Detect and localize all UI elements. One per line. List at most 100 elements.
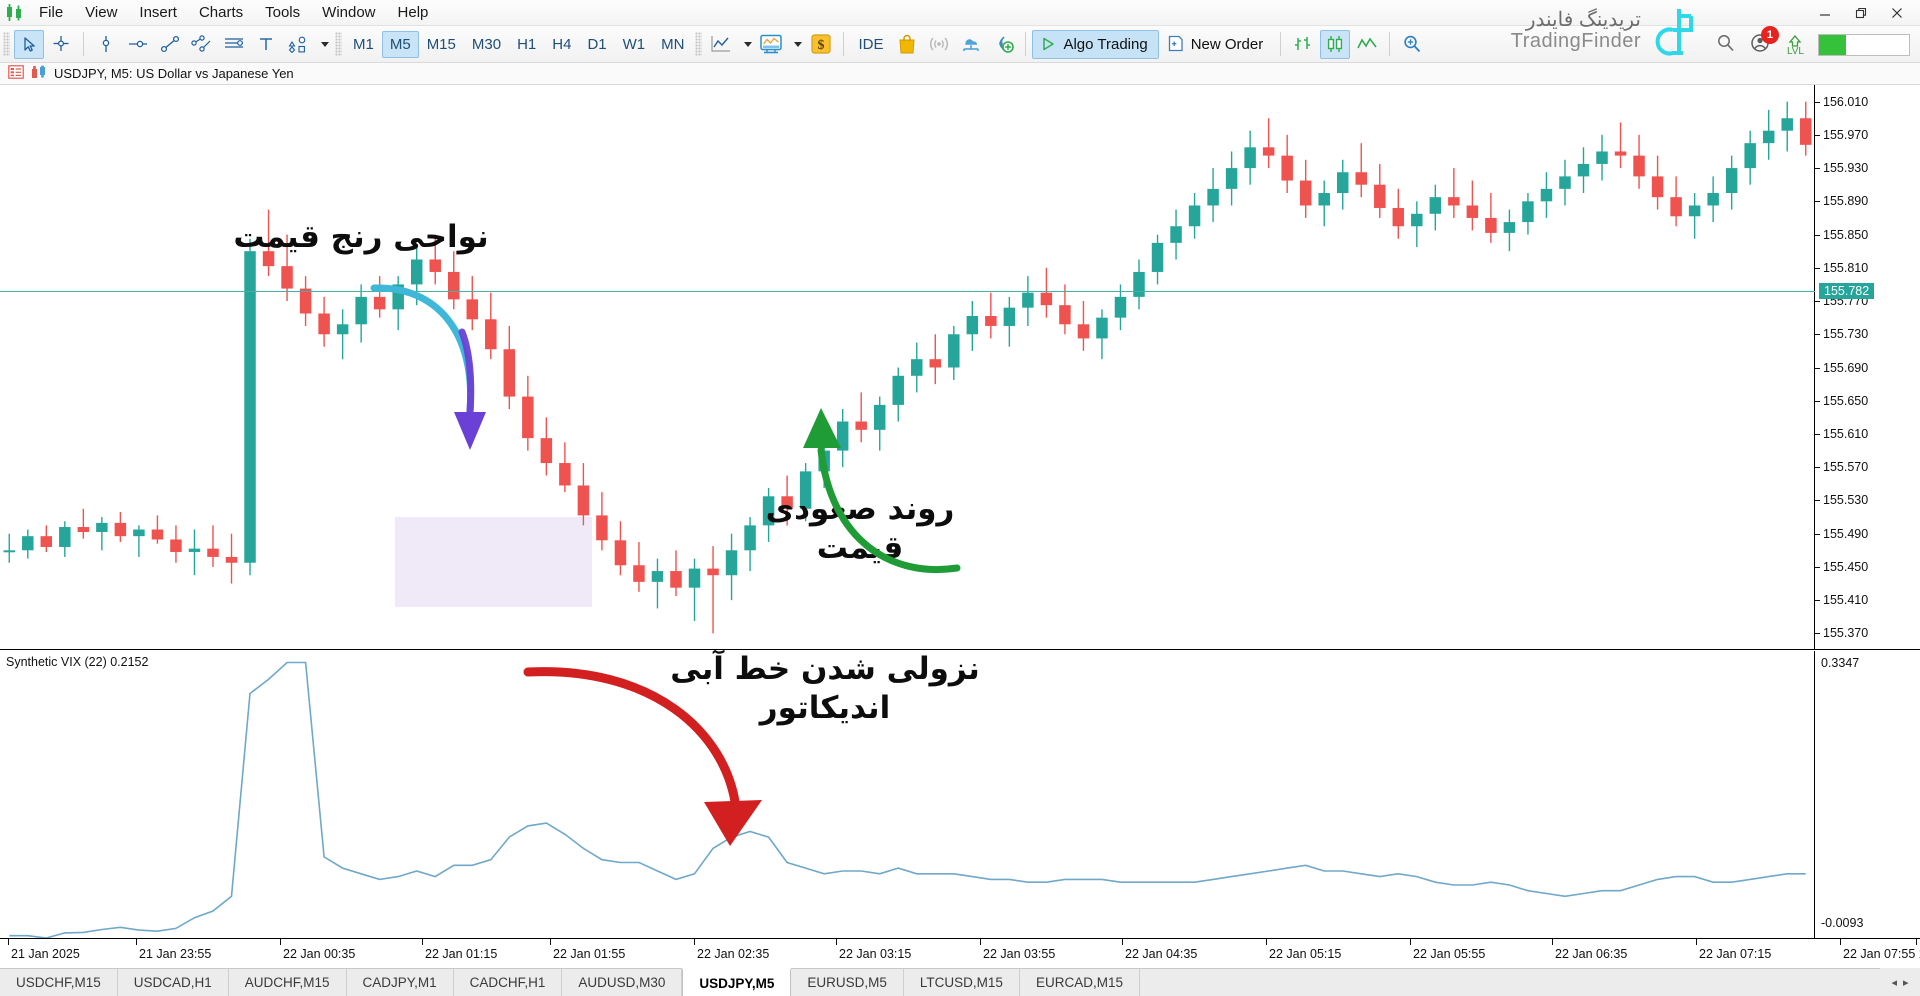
tab-scroll-controls[interactable]: ◂ ▸ bbox=[1880, 968, 1920, 996]
algo-trading-button[interactable]: Algo Trading bbox=[1032, 29, 1159, 59]
shopping-bag-icon[interactable] bbox=[892, 30, 922, 59]
tradingfinder-logo-icon bbox=[1655, 9, 1693, 56]
window-controls bbox=[1808, 0, 1914, 26]
menu-window[interactable]: Window bbox=[311, 1, 386, 25]
price-axis-label: 155.850 bbox=[1823, 227, 1869, 242]
time-tick bbox=[1122, 939, 1123, 945]
data-window-icon[interactable] bbox=[8, 65, 24, 82]
price-axis-label: 155.930 bbox=[1823, 161, 1869, 176]
timeframe-w1[interactable]: W1 bbox=[615, 31, 654, 58]
price-axis[interactable]: 156.010 155.970 155.930 155.890 155.850 155.8… bbox=[1815, 85, 1920, 649]
menu-charts[interactable]: Charts bbox=[188, 1, 254, 25]
price-tick bbox=[1815, 500, 1820, 502]
candlestick-view-icon[interactable] bbox=[1320, 29, 1351, 59]
line-chart-view-icon[interactable] bbox=[1352, 30, 1382, 59]
timeframe-m30[interactable]: M30 bbox=[464, 31, 509, 58]
time-tick bbox=[8, 939, 9, 945]
algo-trading-label: Algo Trading bbox=[1063, 35, 1148, 53]
toolbar-divider-2 bbox=[843, 32, 845, 56]
time-axis-label: 22 Jan 03:15 bbox=[839, 947, 912, 961]
copy-trading-icon[interactable] bbox=[988, 30, 1018, 59]
time-axis-label: 22 Jan 01:55 bbox=[553, 947, 626, 961]
price-tick bbox=[1815, 600, 1820, 602]
time-axis-label: 21 Jan 2025 bbox=[11, 947, 80, 961]
tab-scroll-right-icon[interactable]: ▸ bbox=[1903, 976, 1909, 989]
line-chart-dropdown-caret-icon[interactable] bbox=[738, 30, 754, 59]
ide-button[interactable]: IDE bbox=[850, 31, 891, 58]
time-axis-label: 22 Jan 07:55 bbox=[1843, 947, 1916, 961]
chart-tab[interactable]: EURCAD,M15 bbox=[1020, 969, 1140, 996]
crosshair-icon[interactable] bbox=[46, 30, 76, 59]
level-label: LVL bbox=[1786, 45, 1804, 57]
time-axis: 21 Jan 2025 21 Jan 23:55 22 Jan 00:35 22 Ja… bbox=[0, 938, 1920, 968]
chart-tab[interactable]: EURUSD,M5 bbox=[791, 969, 904, 996]
price-tick bbox=[1815, 267, 1820, 269]
fibonacci-icon[interactable] bbox=[219, 30, 249, 59]
time-axis-label: 21 Jan 23:55 bbox=[139, 947, 212, 961]
restore-button[interactable] bbox=[1844, 2, 1878, 24]
chart-tab[interactable]: LTCUSD,M15 bbox=[904, 969, 1020, 996]
timeframe-mn[interactable]: MN bbox=[653, 31, 692, 58]
chart-tab[interactable]: USDCAD,H1 bbox=[118, 969, 229, 996]
search-icon[interactable] bbox=[1716, 33, 1735, 57]
zoom-in-icon[interactable] bbox=[1397, 30, 1427, 59]
balance-bar bbox=[1818, 34, 1910, 56]
chart-tab[interactable]: CADCHF,H1 bbox=[454, 969, 563, 996]
trendline-icon[interactable] bbox=[155, 30, 185, 59]
toolbar-grip-2[interactable] bbox=[335, 32, 342, 56]
indicator-label: Synthetic VIX (22) 0.2152 bbox=[6, 655, 149, 669]
price-tick bbox=[1815, 400, 1820, 402]
horizontal-line-icon[interactable] bbox=[123, 30, 153, 59]
chart-tab[interactable]: CADJPY,M1 bbox=[347, 969, 454, 996]
timeframe-m1[interactable]: M1 bbox=[345, 31, 382, 58]
channel-icon[interactable] bbox=[187, 30, 217, 59]
timeframe-d1[interactable]: D1 bbox=[579, 31, 614, 58]
toolbar-grip-3[interactable] bbox=[695, 32, 703, 56]
dollar-icon[interactable]: $ bbox=[806, 30, 836, 59]
price-tick bbox=[1815, 367, 1820, 369]
notifications-icon[interactable]: 1 bbox=[1749, 25, 1779, 60]
chart-tab[interactable]: USDCHF,M15 bbox=[0, 969, 118, 996]
bar-chart-view-icon[interactable] bbox=[1288, 30, 1318, 59]
time-tick bbox=[136, 939, 137, 945]
chart-tab[interactable]: USDJPY,M5 bbox=[682, 968, 792, 996]
vertical-line-icon[interactable] bbox=[91, 30, 121, 59]
toolbar-grip[interactable] bbox=[3, 32, 10, 56]
shapes-icon[interactable] bbox=[283, 30, 313, 59]
menu-insert[interactable]: Insert bbox=[128, 1, 188, 25]
line-chart-icon[interactable] bbox=[706, 30, 736, 59]
menu-view[interactable]: View bbox=[74, 1, 128, 25]
new-order-button[interactable]: New Order bbox=[1159, 30, 1275, 59]
cursor-arrow-icon[interactable] bbox=[14, 29, 44, 59]
close-button[interactable] bbox=[1880, 2, 1914, 24]
timeframe-m5[interactable]: M5 bbox=[381, 30, 419, 58]
indicators-dropdown-caret-icon[interactable] bbox=[788, 30, 804, 59]
toolbar-divider-5 bbox=[1389, 32, 1391, 56]
timeframe-h4[interactable]: H4 bbox=[544, 31, 579, 58]
chart-type-icon[interactable] bbox=[31, 65, 47, 82]
minimize-button[interactable] bbox=[1808, 2, 1842, 24]
indicators-icon[interactable] bbox=[756, 30, 786, 59]
menu-tools[interactable]: Tools bbox=[254, 1, 311, 25]
menu-file[interactable]: File bbox=[28, 1, 74, 25]
notifications-badge: 1 bbox=[1760, 25, 1779, 44]
chart-tab[interactable]: AUDCHF,M15 bbox=[229, 969, 347, 996]
indicator-axis: 0.3347 -0.0093 bbox=[1815, 651, 1920, 938]
indicator-axis-max: 0.3347 bbox=[1821, 656, 1860, 670]
metatrader-window: File View Insert Charts Tools Window Hel… bbox=[0, 0, 1920, 996]
time-tick bbox=[280, 939, 281, 945]
text-tool-icon[interactable] bbox=[251, 30, 281, 59]
menu-help[interactable]: Help bbox=[387, 1, 440, 25]
shapes-dropdown-caret-icon[interactable] bbox=[315, 30, 331, 59]
chart-tab[interactable]: AUDUSD,M30 bbox=[562, 969, 683, 996]
time-axis-label: 22 Jan 07:15 bbox=[1699, 947, 1772, 961]
account-level-indicator[interactable]: LVL bbox=[1786, 34, 1804, 57]
cloud-vps-icon[interactable] bbox=[956, 30, 986, 59]
timeframe-h1[interactable]: H1 bbox=[509, 31, 544, 58]
account-cluster: 1 LVL bbox=[1716, 25, 1910, 62]
timeframe-m15[interactable]: M15 bbox=[419, 31, 464, 58]
signals-broadcast-icon[interactable] bbox=[924, 30, 954, 59]
price-tick bbox=[1815, 234, 1820, 236]
price-axis-label: 155.490 bbox=[1823, 526, 1869, 541]
tab-scroll-left-icon[interactable]: ◂ bbox=[1891, 976, 1897, 989]
